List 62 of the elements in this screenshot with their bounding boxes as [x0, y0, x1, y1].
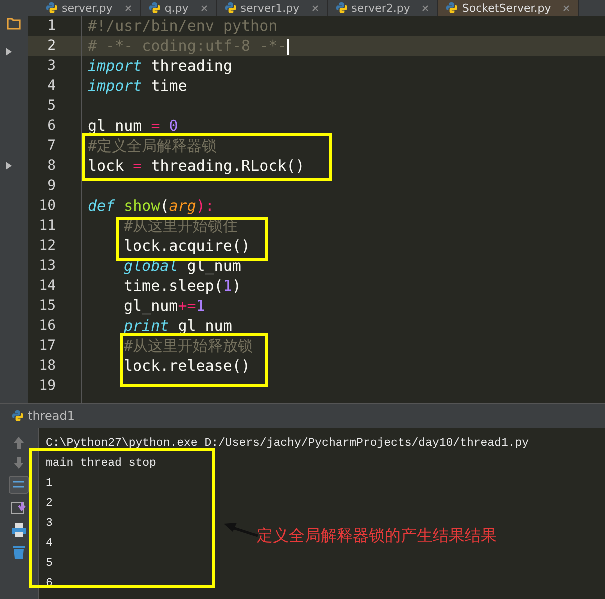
code-line: lock.acquire() — [124, 236, 250, 256]
file-tab[interactable]: server2.py — [328, 0, 438, 16]
line-number: 13 — [38, 256, 56, 276]
line-number: 11 — [38, 216, 56, 236]
code-line: #!/usr/bin/env python — [88, 16, 278, 36]
python-file-icon — [336, 2, 348, 14]
line-number: 3 — [46, 56, 56, 76]
code-line: time.sleep(1) — [124, 276, 242, 296]
expand-arrow-icon[interactable] — [5, 47, 13, 57]
console-line: main thread stop — [46, 456, 156, 472]
line-number: 8 — [46, 156, 56, 176]
code-line: import threading — [88, 56, 232, 76]
expand-arrow-icon[interactable] — [5, 161, 13, 171]
line-number: 7 — [46, 136, 56, 156]
console-line: 3 — [46, 516, 53, 532]
close-icon[interactable] — [124, 4, 132, 12]
line-number: 12 — [38, 236, 56, 256]
scroll-end-icon[interactable] — [11, 500, 27, 516]
line-number: 17 — [38, 336, 56, 356]
code-line: lock = threading.RLock() — [88, 156, 305, 176]
line-number: 16 — [38, 316, 56, 336]
print-icon[interactable] — [11, 522, 27, 538]
line-number: 14 — [38, 276, 56, 296]
close-icon[interactable] — [312, 4, 319, 12]
code-line: import time — [88, 76, 188, 96]
line-number: 1 — [46, 16, 56, 36]
line-number: 2 — [46, 36, 56, 56]
up-arrow-icon[interactable] — [12, 436, 26, 450]
python-file-icon — [12, 410, 24, 422]
wrap-icon[interactable] — [9, 476, 29, 494]
console-line: 5 — [46, 556, 53, 572]
annotation-text: 定义全局解释器锁的产生结果结果 — [257, 525, 497, 547]
code-line: #定义全局解释器锁 — [88, 136, 218, 156]
console-line: 4 — [46, 536, 53, 552]
code-line: lock.release() — [124, 356, 250, 376]
line-number: 15 — [38, 296, 56, 316]
line-number: 4 — [46, 76, 56, 96]
close-icon[interactable] — [200, 4, 208, 12]
python-file-icon — [46, 2, 58, 14]
code-line: def show(arg): — [88, 196, 214, 216]
code-line: gl_num+=1 — [124, 296, 206, 316]
console-line: 2 — [46, 496, 53, 512]
close-icon[interactable] — [563, 4, 570, 12]
line-number: 6 — [46, 116, 56, 136]
run-panel-title[interactable]: thread1 — [28, 407, 75, 425]
python-file-icon — [224, 2, 237, 14]
code-line: #从这里开始释放锁 — [124, 336, 254, 356]
folder-icon[interactable] — [7, 18, 21, 30]
line-number: 5 — [46, 96, 56, 116]
pointer-arrow — [223, 521, 259, 539]
line-number: 10 — [38, 196, 56, 216]
console-line: 1 — [46, 476, 53, 492]
line-number: 19 — [38, 376, 56, 396]
close-icon[interactable] — [422, 4, 430, 12]
down-arrow-icon[interactable] — [12, 456, 26, 470]
line-number: 18 — [38, 356, 56, 376]
python-file-icon — [446, 2, 458, 14]
file-tab[interactable]: SocketServer.py — [438, 0, 580, 16]
console-line: C:\Python27\python.exe D:/Users/jachy/PycharmProjects/day10/thread1.py — [46, 436, 530, 452]
python-file-icon — [148, 2, 161, 14]
line-number: 9 — [46, 176, 56, 196]
trash-icon[interactable] — [11, 544, 27, 560]
